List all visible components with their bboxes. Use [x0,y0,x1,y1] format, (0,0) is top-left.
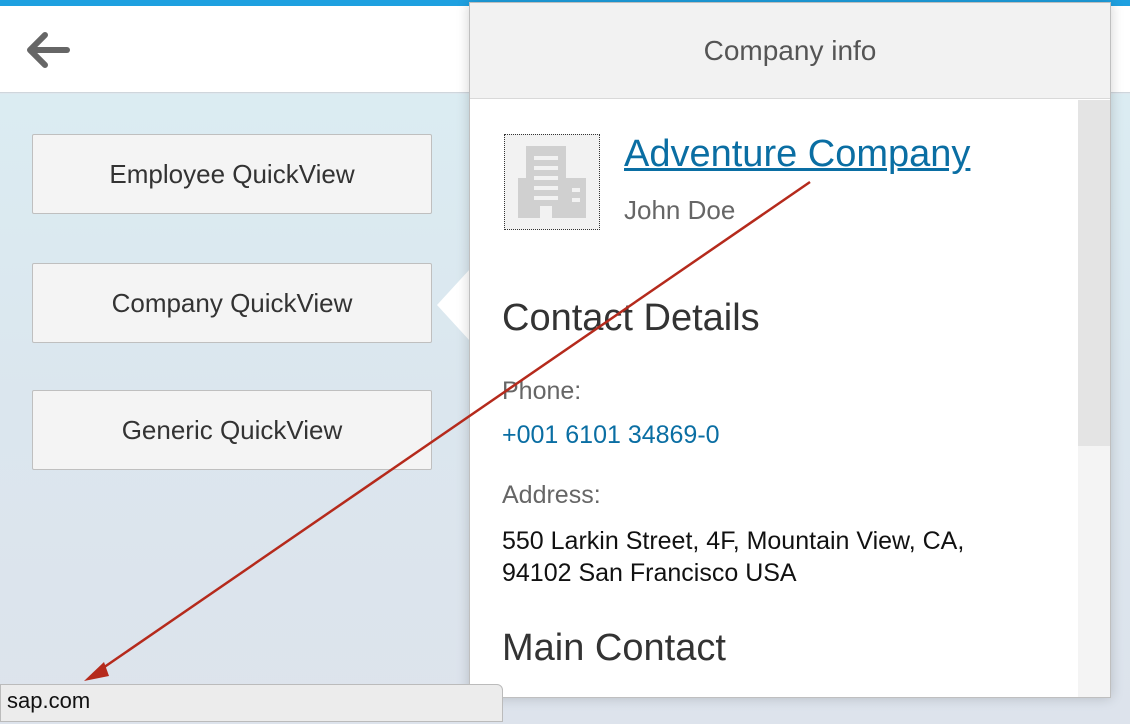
status-bar-url: sap.com [0,684,503,722]
address-line-1: 550 Larkin Street, 4F, Mountain View, CA… [502,527,965,555]
popover-scrollbar[interactable] [1078,100,1110,697]
company-info-popover: Company info Adventure Company John Doe … [469,2,1111,698]
scrollbar-thumb[interactable] [1078,100,1110,446]
popover-arrow [437,269,470,341]
generic-quickview-label: Generic QuickView [121,414,343,445]
company-contact-name: John Doe [624,195,736,225]
phone-label: Phone: [502,377,582,405]
company-quickview-button[interactable]: Company QuickView [32,263,432,343]
company-quickview-label: Company QuickView [111,287,353,318]
contact-details-title: Contact Details [502,297,760,339]
back-button[interactable] [22,28,74,72]
company-name-link[interactable]: Adventure Company [624,133,970,176]
popover-header: Company info [470,3,1110,99]
employee-quickview-label: Employee QuickView [109,158,355,189]
status-bar-url-text: sap.com [7,688,91,713]
phone-link[interactable]: +001 6101 34869-0 [502,421,720,450]
address-label: Address: [502,481,601,509]
building-icon [518,146,586,218]
popover-title: Company info [703,34,877,66]
address-line-2: 94102 San Francisco USA [502,559,797,587]
generic-quickview-button[interactable]: Generic QuickView [32,390,432,470]
main-contact-title: Main Contact [502,627,726,669]
address-value: 550 Larkin Street, 4F, Mountain View, CA… [502,525,1062,589]
employee-quickview-button[interactable]: Employee QuickView [32,134,432,214]
company-logo [504,134,600,230]
back-arrow-icon [27,32,70,68]
